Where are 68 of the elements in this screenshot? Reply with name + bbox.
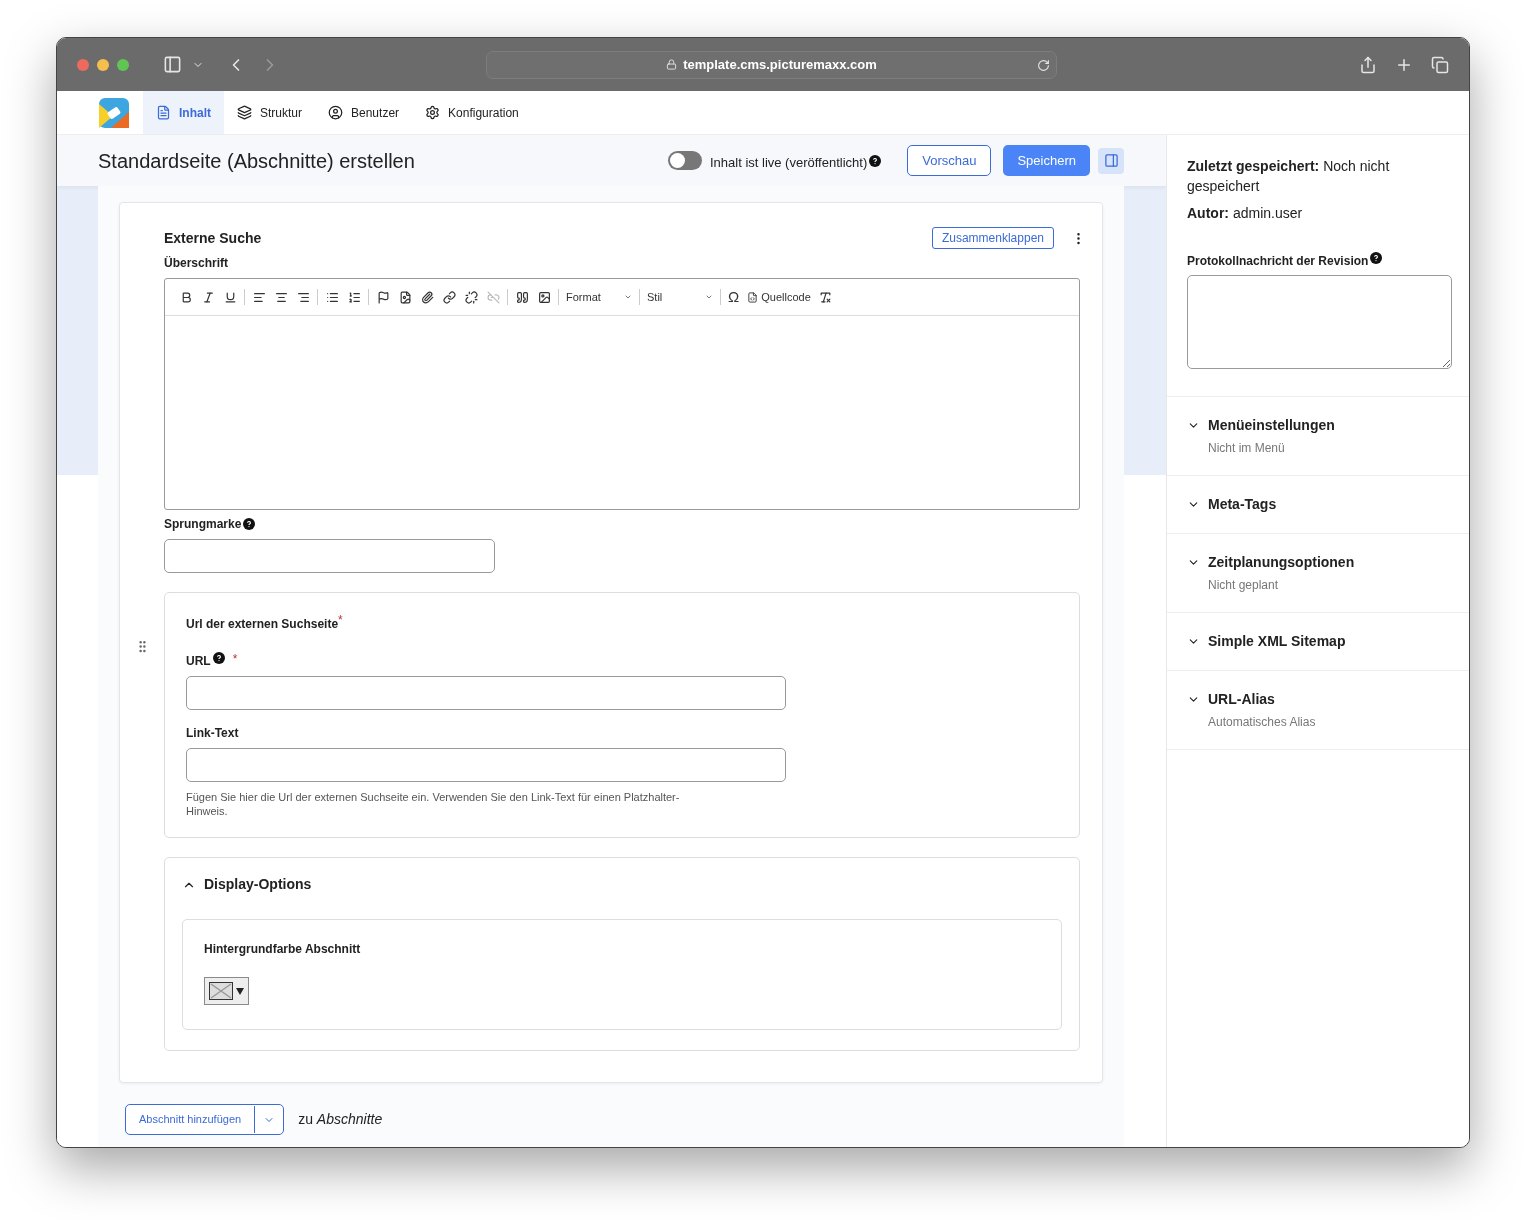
sidebar-panel-button[interactable] [1098,147,1124,174]
source-button[interactable]: Quellcode [743,288,815,306]
panel-summary: Nicht im Menü [1208,440,1286,457]
style-dropdown[interactable]: Stil [643,288,717,306]
lock-icon [666,59,678,70]
collapse-button[interactable]: Zusammenklappen [931,227,1054,249]
nav-tab[interactable]: Inhalt [143,91,224,134]
sidebar-panel-toggle[interactable]: URL-Alias [1187,689,1275,710]
help-icon [869,154,882,167]
live-toggle[interactable] [667,151,702,170]
gear-icon [425,105,441,120]
field-label: Sprungmarke [164,516,242,533]
url-input[interactable] [186,676,786,710]
fieldset-legend: Url der externen Suchseite [186,617,339,631]
address-bar[interactable]: template.cms.picturemaxx.com [486,50,1057,79]
sidebar-panel-toggle[interactable]: Menüeinstellungen [1187,415,1335,436]
panel-summary: Nicht geplant [1208,577,1280,594]
layers-icon [237,105,252,120]
color-picker-button[interactable] [204,977,249,1005]
caret-icon [705,293,713,301]
sidebar-panel-toggle[interactable]: Simple XML Sitemap [1187,631,1346,652]
field-label: Überschrift [164,255,229,272]
no-color-icon [209,982,233,1000]
preview-button[interactable]: Vorschau [907,145,992,176]
field-label: Link-Text [186,725,240,742]
live-toggle-label: Inhalt ist live (veröffentlicht) [709,153,868,172]
display-options-toggle[interactable]: Display-Options [182,874,312,895]
help-icon [243,518,256,530]
logo-icon[interactable] [99,97,129,128]
required-mark: * [232,652,238,666]
required-mark: * [338,613,343,627]
field-description: Fügen Sie hier die Url der externen Suchseite ein. Verwenden Sie den Link-Text für einen Platzhalter-Hinweis. [186,790,681,818]
link-text-input[interactable] [186,748,786,782]
author-text: Autor: admin.user [1187,204,1304,223]
format-dropdown[interactable]: Format [562,288,636,306]
field-label: Hintergrundfarbe Abschnitt [204,941,362,958]
page-title: Standardseite (Abschnitte) erstellen [98,148,415,174]
tabs-overview-icon[interactable] [1431,55,1449,74]
special-character-button[interactable]: Ω [724,285,744,309]
code-file-icon [747,291,759,303]
panel-right-icon [1103,153,1119,168]
help-icon [212,652,225,664]
sidebar-panel-toggle[interactable]: Zeitplanungsoptionen [1187,552,1355,573]
field-label: Protokollnachricht der Revision [1187,253,1369,270]
last-saved-text: Zuletzt gespeichert: Noch nicht gespeichert [1187,157,1391,196]
save-button[interactable]: Speichern [1003,145,1090,176]
reload-icon[interactable] [1037,58,1050,72]
sidebar-toggle-icon[interactable] [163,55,182,74]
user-icon [328,105,343,120]
nav-tab[interactable]: Benutzer [315,91,413,134]
dropdown-arrow-icon [236,987,244,995]
url-text: template.cms.picturemaxx.com [683,55,877,74]
sidebar-panel-toggle[interactable]: Meta-Tags [1187,494,1277,515]
section-title: Externe Suche [164,228,262,248]
minimize-window-button[interactable] [97,58,109,71]
nav-tab[interactable]: Struktur [224,91,315,134]
caret-icon [624,293,632,301]
nav-tab[interactable]: Konfiguration [412,91,532,134]
add-section-target: zu Abschnitte [298,1110,383,1129]
rich-text-editor[interactable]: Format Stil Ω Quellcode [164,278,1080,510]
help-icon [1370,252,1383,264]
add-section-button[interactable]: Abschnitt hinzufügen [126,1105,255,1134]
field-label: URL [186,653,211,670]
panel-summary: Automatisches Alias [1208,714,1317,731]
document-icon [156,105,171,120]
revision-textarea[interactable] [1187,275,1452,369]
share-icon[interactable] [1359,55,1377,74]
anchor-input[interactable] [164,539,495,573]
